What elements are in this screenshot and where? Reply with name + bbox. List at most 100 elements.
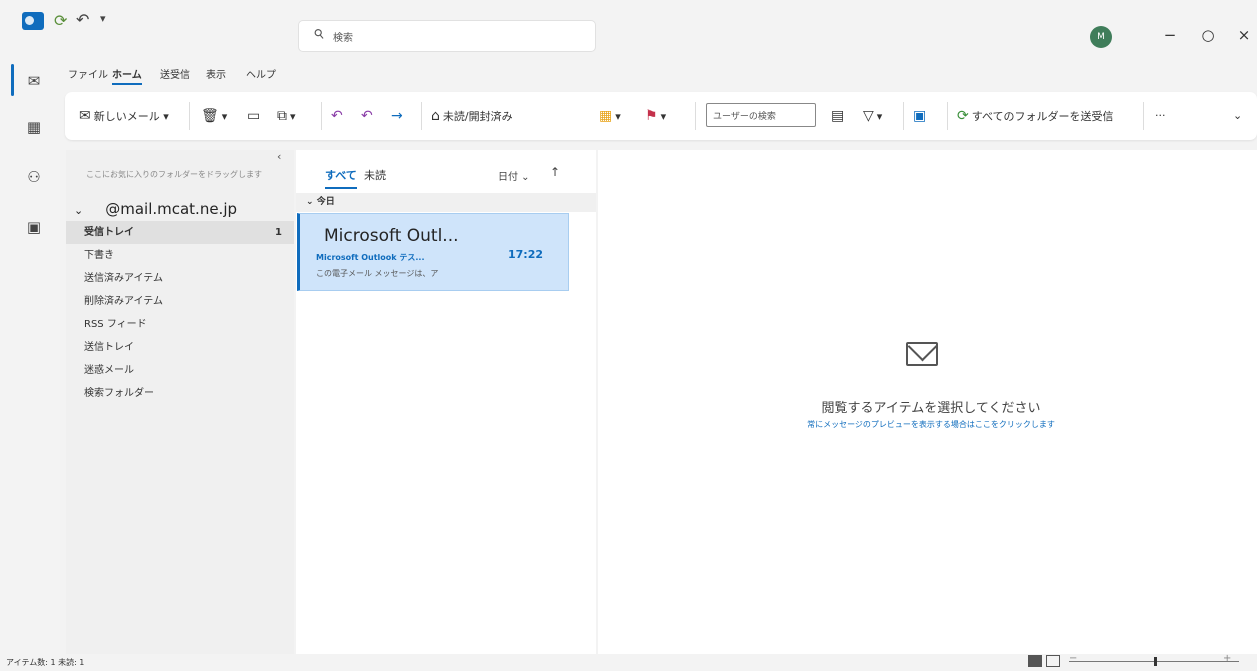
apps-icon: ▣ — [913, 108, 927, 124]
flag-icon: ⚑ — [645, 108, 658, 124]
unread-read-label: 未読/開封済み — [442, 110, 513, 123]
folder-label: 検索フォルダー — [84, 388, 154, 399]
folder-label: RSS フィード — [84, 319, 147, 330]
new-mail-label: 新しいメール — [93, 110, 160, 123]
flag-button[interactable]: ⚑ ▾ — [645, 106, 666, 126]
divider — [421, 102, 422, 130]
folder-label: 送信トレイ — [84, 342, 134, 353]
reply-icon: ↶ — [331, 108, 343, 124]
filter-button[interactable]: ▽ ▾ — [863, 106, 882, 126]
message-subject: Microsoft Outlook テス... — [316, 253, 425, 262]
calendar-rail-icon[interactable]: ▦ — [22, 118, 46, 140]
unread-count-badge: 1 — [275, 227, 282, 238]
status-counts: アイテム数: 1 未読: 1 — [6, 658, 85, 667]
filter-tab-all[interactable]: すべて — [325, 167, 357, 189]
folder-label: 迷惑メール — [84, 365, 134, 376]
forward-icon: → — [391, 108, 403, 124]
title-bar — [0, 0, 1257, 44]
reading-view-button[interactable] — [1046, 655, 1060, 667]
message-preview: この電子メール メッセージは、ア — [316, 269, 439, 278]
folder-search-folders[interactable]: 検索フォルダー — [66, 382, 294, 405]
address-book-button[interactable]: ▤ — [831, 106, 847, 126]
group-label: 今日 — [316, 197, 335, 207]
categorize-button[interactable]: ▦ ▾ — [599, 106, 621, 126]
folder-label: 送信済みアイテム — [84, 273, 163, 284]
zoom-out-icon[interactable]: − — [1069, 653, 1077, 664]
divider — [321, 102, 322, 130]
reply-all-icon: ↶ — [361, 108, 373, 124]
send-receive-all-label: すべてのフォルダーを送受信 — [971, 110, 1114, 123]
user-search-input[interactable]: ユーザーの検索 — [706, 103, 816, 127]
search-placeholder: 検索 — [333, 33, 353, 44]
folder-sent[interactable]: 送信済みアイテム — [66, 267, 294, 290]
archive-button[interactable]: ▭ — [247, 106, 263, 126]
group-header[interactable]: ⌄ 今日 — [296, 193, 596, 212]
account-name: @mail.mcat.ne.jp — [105, 200, 238, 218]
account-header[interactable]: ⌄ @mail.mcat.ne.jp — [74, 200, 237, 218]
collapse-pane-icon[interactable]: ‹ — [277, 150, 281, 163]
sort-direction-icon[interactable]: ↑ — [550, 165, 560, 179]
send-receive-all-button[interactable]: ⟳ すべてのフォルダーを送受信 — [957, 106, 1114, 126]
filter-tab-unread[interactable]: 未読 — [364, 167, 386, 183]
divider — [1143, 102, 1144, 130]
undo-icon[interactable]: ↶ — [76, 10, 89, 29]
filter-icon: ▽ — [863, 108, 874, 124]
folder-junk[interactable]: 迷惑メール — [66, 359, 294, 382]
folder-drafts[interactable]: 下書き — [66, 244, 294, 267]
new-mail-icon: ✉ — [79, 108, 91, 124]
folder-inbox[interactable]: 受信トレイ 1 — [66, 221, 294, 244]
forward-button[interactable]: → — [391, 106, 406, 126]
people-rail-icon[interactable]: ⚇ — [22, 168, 46, 190]
folder-label: 下書き — [84, 250, 114, 261]
divider — [189, 102, 190, 130]
tab-send-receive[interactable]: 送受信 — [160, 66, 190, 81]
favorites-drag-hint: ここにお気に入りのフォルダーをドラッグします — [86, 170, 262, 179]
tab-view[interactable]: 表示 — [206, 66, 226, 81]
tab-file[interactable]: ファイル — [68, 66, 108, 81]
reply-all-button[interactable]: ↶ — [361, 106, 376, 126]
sort-label: 日付 — [498, 172, 518, 183]
categorize-icon: ▦ — [599, 108, 613, 124]
divider — [947, 102, 948, 130]
empty-reading-title: 閲覧するアイテムを選択してください — [821, 401, 1041, 416]
apps-rail-icon[interactable]: ▣ — [22, 218, 46, 240]
quick-access-dropdown-icon[interactable]: ▾ — [100, 12, 106, 25]
close-button[interactable]: × — [1232, 26, 1256, 44]
mail-rail-icon[interactable]: ✉ — [22, 72, 46, 94]
move-button[interactable]: ⧉ ▾ — [277, 106, 296, 126]
normal-view-button[interactable] — [1028, 655, 1042, 667]
apps-button[interactable]: ▣ — [913, 106, 929, 126]
divider — [695, 102, 696, 130]
avatar[interactable]: M — [1090, 26, 1112, 48]
folder-deleted[interactable]: 削除済みアイテム — [66, 290, 294, 313]
outlook-app-icon — [22, 12, 44, 30]
always-preview-link[interactable]: 常にメッセージのプレビューを表示する場合はここをクリックします — [776, 419, 1086, 430]
delete-button[interactable]: 🗑 ▾ — [201, 106, 227, 126]
folder-label: 削除済みアイテム — [84, 296, 163, 307]
unread-read-button[interactable]: ⌂ 未読/開封済み — [431, 106, 513, 126]
zoom-slider-thumb[interactable] — [1154, 657, 1157, 666]
folder-label: 受信トレイ — [84, 227, 134, 238]
ribbon-expand-icon[interactable]: ⌄ — [1233, 106, 1242, 126]
reply-button[interactable]: ↶ — [331, 106, 346, 126]
restore-button[interactable]: ○ — [1196, 26, 1220, 44]
divider — [903, 102, 904, 130]
tab-help[interactable]: ヘルプ — [246, 66, 276, 81]
new-mail-button[interactable]: ✉ 新しいメール ▾ — [79, 106, 169, 126]
sort-by-dropdown[interactable]: 日付 ⌄ — [498, 168, 530, 183]
tab-home[interactable]: ホーム — [112, 66, 142, 85]
zoom-in-icon[interactable]: + — [1223, 653, 1231, 664]
sync-icon[interactable]: ⟳ — [54, 11, 67, 30]
folder-outbox[interactable]: 送信トレイ — [66, 336, 294, 359]
folder-rss[interactable]: RSS フィード — [66, 313, 294, 336]
move-icon: ⧉ — [277, 108, 287, 124]
search-input[interactable]: ⚲ 検索 — [298, 20, 596, 52]
archive-icon: ▭ — [247, 108, 261, 124]
envelope-open-icon: ⌂ — [431, 108, 440, 124]
list-item[interactable]: Microsoft Outl... Microsoft Outlook テス..… — [297, 213, 569, 291]
envelope-icon — [906, 342, 938, 366]
more-options-button[interactable]: ··· — [1155, 106, 1166, 126]
ribbon: ✉ 新しいメール ▾ 🗑 ▾ ▭ ⧉ ▾ ↶ ↶ → ⌂ 未読/開封済み ▦ ▾ ⚑ ▾ ユ… — [65, 92, 1257, 140]
minimize-button[interactable]: − — [1158, 26, 1182, 44]
message-time: 17:22 — [508, 248, 544, 261]
